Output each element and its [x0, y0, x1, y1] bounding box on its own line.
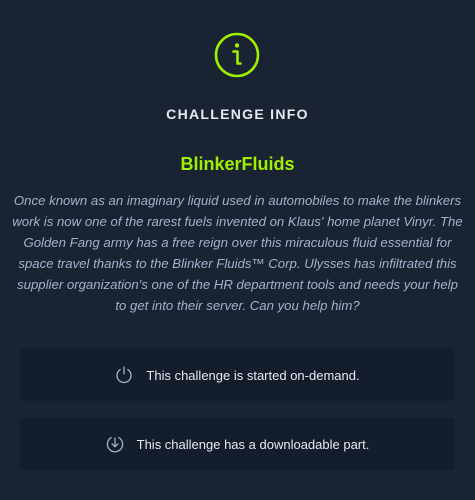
on-demand-notice-text: This challenge is started on-demand. — [146, 367, 360, 383]
info-icon — [214, 32, 260, 78]
download-icon — [106, 436, 123, 453]
challenge-info-heading: CHALLENGE INFO — [166, 106, 309, 122]
download-notice: This challenge has a downloadable part. — [20, 418, 454, 470]
download-notice-text: This challenge has a downloadable part. — [136, 436, 370, 452]
power-icon — [116, 366, 133, 384]
challenge-info-panel: CHALLENGE INFO BlinkerFluids Once known … — [0, 0, 475, 500]
challenge-name: BlinkerFluids — [180, 154, 295, 174]
challenge-description: Once known as an imaginary liquid used i… — [12, 193, 463, 313]
on-demand-notice: This challenge is started on-demand. — [20, 349, 454, 401]
